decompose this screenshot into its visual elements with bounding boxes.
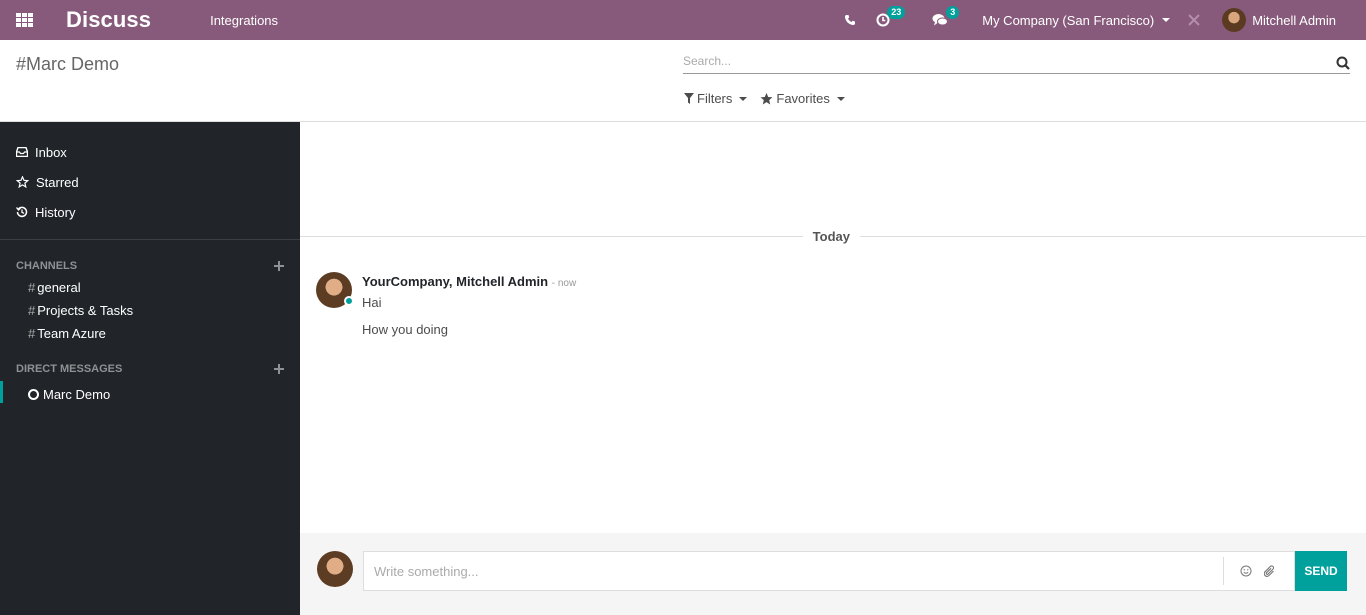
message-input[interactable]: [364, 563, 1223, 579]
mailbox-list: Inbox Starred History: [0, 122, 300, 240]
sidebar-item-team-azure[interactable]: # Team Azure: [0, 322, 300, 345]
search-options: Filters Favorites: [684, 91, 858, 106]
message-body: YourCompany, Mitchell Admin - now Hai Ho…: [362, 272, 576, 337]
hash-icon: #: [28, 280, 36, 295]
activity-button[interactable]: 23: [876, 0, 912, 40]
filters-button[interactable]: Filters: [684, 91, 748, 106]
user-name: Mitchell Admin: [1252, 12, 1336, 28]
inbox-icon: [16, 147, 28, 157]
message-line: Hai: [362, 295, 382, 310]
channels-title[interactable]: CHANNELS: [16, 260, 77, 272]
offline-status-icon: [28, 389, 39, 400]
direct-messages-section: DIRECT MESSAGES Marc Demo: [0, 345, 300, 408]
message-date: - now: [551, 278, 577, 289]
message-line: How you doing: [362, 322, 448, 337]
send-button[interactable]: SEND: [1295, 551, 1347, 591]
sidebar-item-projects-tasks[interactable]: # Projects & Tasks: [0, 299, 300, 322]
messaging-badge: 3: [946, 6, 960, 19]
avatar: [317, 551, 353, 587]
attachment-button[interactable]: [1264, 564, 1276, 578]
hash-icon: #: [28, 303, 36, 318]
chevron-down-icon: [739, 96, 748, 101]
apps-menu-icon[interactable]: [16, 13, 33, 27]
sidebar-item-label: History: [35, 204, 76, 220]
hash-icon: #: [28, 326, 36, 341]
separator-line: [300, 235, 803, 237]
channel-label: Projects & Tasks: [37, 303, 134, 318]
online-status-icon: [344, 296, 354, 306]
filters-label: Filters: [697, 91, 733, 106]
favorites-button[interactable]: Favorites: [760, 91, 845, 106]
sidebar-item-general[interactable]: # general: [0, 276, 300, 299]
composer-box: [363, 551, 1295, 591]
channel-label: Team Azure: [37, 326, 106, 341]
sidebar-item-label: Starred: [36, 174, 79, 190]
chevron-down-icon: [836, 96, 845, 101]
messaging-button[interactable]: 3: [932, 0, 962, 40]
chevron-down-icon: [1162, 18, 1171, 22]
search-box: [683, 52, 1350, 74]
date-separator: Today: [300, 228, 1366, 244]
sidebar-item-starred[interactable]: Starred: [0, 167, 300, 197]
sidebar-item-history[interactable]: History: [0, 197, 300, 227]
paperclip-icon: [1264, 564, 1275, 577]
search-icon[interactable]: [1336, 56, 1350, 70]
active-indicator: [0, 381, 3, 403]
add-channel-icon[interactable]: [274, 261, 284, 271]
message-thread: Today YourCompany, Mitchell Admin - now …: [300, 122, 1366, 533]
history-icon: [16, 206, 28, 218]
search-input[interactable]: [683, 52, 1323, 68]
debug-button[interactable]: [1188, 0, 1200, 40]
favorites-label: Favorites: [776, 91, 830, 106]
phone-icon: [845, 15, 856, 25]
direct-messages-header: DIRECT MESSAGES: [0, 359, 300, 379]
dm-label: Marc Demo: [43, 387, 111, 402]
add-direct-message-icon[interactable]: [274, 364, 284, 374]
separator-date: Today: [812, 228, 850, 244]
star-icon: [16, 176, 29, 188]
separator-line: [860, 235, 1366, 237]
phone-button[interactable]: [844, 0, 856, 40]
channels-section: CHANNELS # general # Projects & Tasks # …: [0, 240, 300, 345]
close-icon: [1188, 14, 1200, 26]
main-navbar: Discuss Integrations 23 3 My Company (Sa…: [0, 0, 1366, 40]
sidebar-item-inbox[interactable]: Inbox: [0, 137, 300, 167]
sidebar-item-label: Inbox: [35, 144, 67, 160]
emoji-button[interactable]: [1240, 565, 1252, 577]
activity-badge: 23: [887, 6, 906, 19]
app-brand[interactable]: Discuss: [66, 7, 151, 33]
message-author[interactable]: YourCompany, Mitchell Admin: [362, 274, 548, 289]
composer-tools: [1223, 557, 1294, 585]
message: YourCompany, Mitchell Admin - now Hai Ho…: [316, 272, 576, 337]
breadcrumb: #Marc Demo: [16, 54, 120, 74]
direct-messages-title[interactable]: DIRECT MESSAGES: [16, 363, 122, 375]
company-label: My Company (San Francisco): [982, 12, 1155, 28]
control-panel: #Marc Demo Filters Favorites: [0, 40, 1366, 122]
star-icon: [760, 92, 773, 104]
avatar: [1222, 8, 1247, 32]
systray: 23 3 My Company (San Francisco) Mitchell…: [844, 0, 1366, 40]
menu-integrations[interactable]: Integrations: [210, 13, 278, 28]
sidebar-item-marc-demo[interactable]: Marc Demo: [0, 381, 300, 408]
author-avatar[interactable]: [316, 272, 354, 308]
composer: SEND: [300, 533, 1366, 615]
smiley-icon: [1240, 565, 1252, 577]
filter-icon: [684, 93, 694, 104]
channel-label: general: [37, 280, 81, 295]
user-menu[interactable]: Mitchell Admin: [1222, 0, 1336, 40]
discuss-sidebar: Inbox Starred History CHANNELS # general…: [0, 122, 300, 615]
channels-header: CHANNELS: [0, 256, 300, 276]
company-switcher[interactable]: My Company (San Francisco): [982, 0, 1171, 40]
